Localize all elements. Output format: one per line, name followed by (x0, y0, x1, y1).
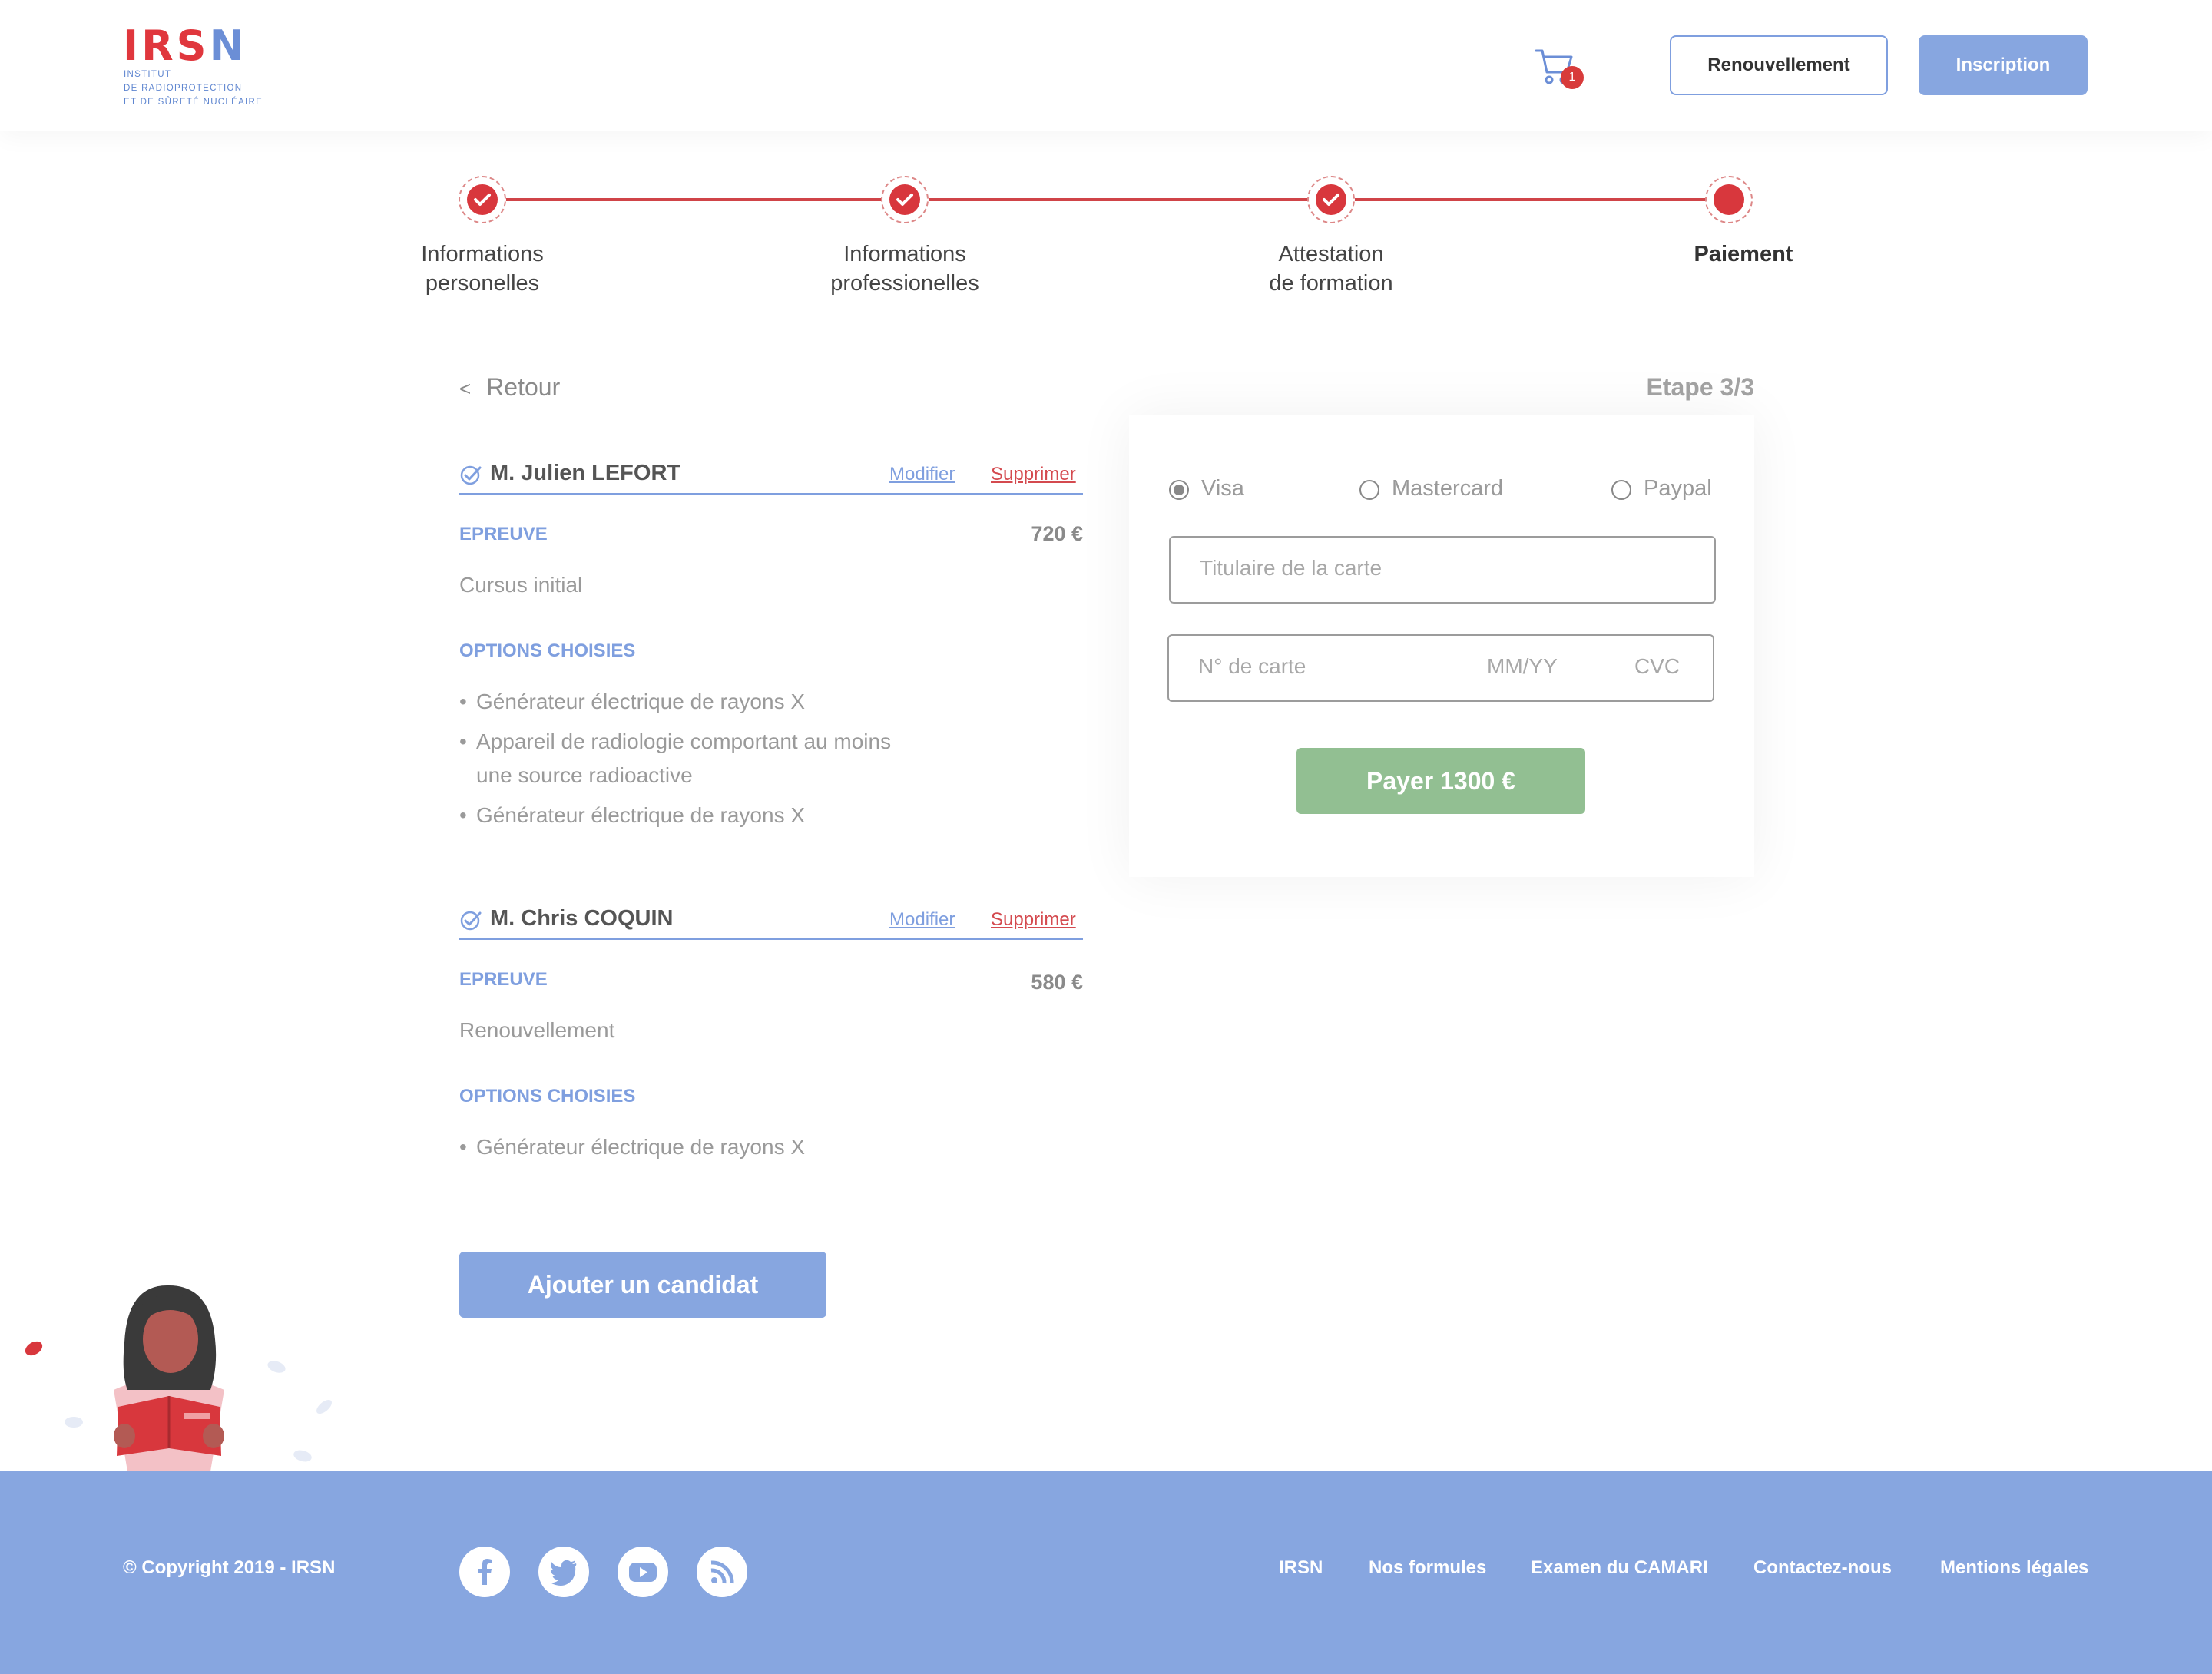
option-item: • Générateur électrique de rayons X (459, 1135, 806, 1159)
twitter-icon[interactable] (538, 1547, 589, 1597)
card-holder-input[interactable]: Titulaire de la carte (1169, 536, 1716, 604)
card-number-input[interactable]: N° de carte (1198, 654, 1306, 679)
footer-link-camari-exam[interactable]: Examen du CAMARI (1531, 1557, 1708, 1579)
cart-count-badge: 1 (1561, 66, 1584, 89)
candidate-header: M. Chris COQUIN Modifier Supprimer (459, 903, 1083, 940)
current-step-dot (1714, 184, 1744, 215)
pay-button[interactable]: Payer 1300 € (1296, 748, 1585, 814)
facebook-icon[interactable] (459, 1547, 510, 1597)
step-label-payment: Paiement (1694, 242, 1793, 266)
add-candidate-button[interactable]: Ajouter un candidat (459, 1252, 826, 1318)
card-expiry-input[interactable]: MM/YY (1487, 654, 1558, 679)
copyright-text: © Copyright 2019 - IRSN (123, 1557, 336, 1578)
footer-link-irsn[interactable]: IRSN (1279, 1557, 1323, 1579)
radio-unselected[interactable] (1611, 480, 1631, 500)
reading-woman-illustration (25, 1285, 332, 1471)
radio-selected[interactable] (1169, 480, 1189, 500)
step-label-training-certificate: Attestation de formation (1269, 242, 1393, 296)
card-cvc-input[interactable]: CVC (1634, 654, 1680, 679)
exam-label: EPREUVE (459, 524, 548, 544)
signup-button[interactable]: Inscription (1919, 35, 2088, 95)
youtube-icon[interactable] (618, 1547, 668, 1597)
exam-price: 580 € (1031, 971, 1083, 994)
step-4-current-indicator (1705, 176, 1753, 223)
site-footer: © Copyright 2019 - IRSN IRSN Nos formule… (0, 1471, 2212, 1674)
candidate-name: M. Julien LEFORT (490, 461, 681, 485)
exam-type: Cursus initial (459, 573, 583, 597)
step-1-done-indicator (459, 176, 506, 223)
option-item: • Générateur électrique de rayons X (459, 803, 806, 827)
footer-link-formulas[interactable]: Nos formules (1369, 1557, 1486, 1579)
chevron-left-icon: < (459, 377, 472, 400)
exam-label: EPREUVE (459, 969, 548, 990)
step-2-done-indicator (881, 176, 929, 223)
options-label: OPTIONS CHOISIES (459, 640, 636, 661)
options-label: OPTIONS CHOISIES (459, 1086, 636, 1107)
candidate-header: M. Julien LEFORT Modifier Supprimer (459, 458, 1083, 495)
rss-icon[interactable] (697, 1547, 747, 1597)
irsn-logo[interactable]: IRSN INSTITUT DE RADIOPROTECTION ET DE S… (123, 23, 262, 108)
delete-candidate-link[interactable]: Supprimer (991, 464, 1076, 485)
footer-link-contact[interactable]: Contactez-nous (1753, 1557, 1892, 1579)
check-circle-icon (460, 911, 482, 931)
renewal-button[interactable]: Renouvellement (1670, 35, 1888, 95)
check-icon (889, 184, 920, 215)
modify-candidate-link[interactable]: Modifier (889, 464, 955, 485)
option-item: • Générateur électrique de rayons X (459, 690, 806, 713)
exam-price: 720 € (1031, 522, 1083, 545)
step-3-done-indicator (1307, 176, 1355, 223)
check-circle-icon (460, 465, 482, 485)
delete-candidate-link[interactable]: Supprimer (991, 909, 1076, 931)
check-icon (467, 184, 498, 215)
back-link[interactable]: < Retour (459, 373, 560, 402)
radio-unselected[interactable] (1359, 480, 1379, 500)
stepper-track (482, 198, 1728, 201)
step-counter: Etape 3/3 (1646, 373, 1754, 401)
cart-icon[interactable]: 1 (1533, 45, 1584, 91)
option-item: • Appareil de radiologie comportant au mo… (459, 729, 892, 787)
footer-link-legal[interactable]: Mentions légales (1940, 1557, 2088, 1579)
modify-candidate-link[interactable]: Modifier (889, 909, 955, 931)
site-header: IRSN INSTITUT DE RADIOPROTECTION ET DE S… (0, 0, 2212, 131)
candidate-name: M. Chris COQUIN (490, 906, 674, 931)
check-icon (1316, 184, 1346, 215)
card-details-input-group[interactable]: N° de carte MM/YY CVC (1167, 634, 1714, 702)
exam-type: Renouvellement (459, 1018, 615, 1042)
payment-card: Visa Mastercard Paypal Titulaire de la c… (1129, 415, 1754, 877)
step-label-personal-info: Informations personelles (421, 242, 544, 296)
step-label-professional-info: Informations professionelles (830, 242, 979, 296)
